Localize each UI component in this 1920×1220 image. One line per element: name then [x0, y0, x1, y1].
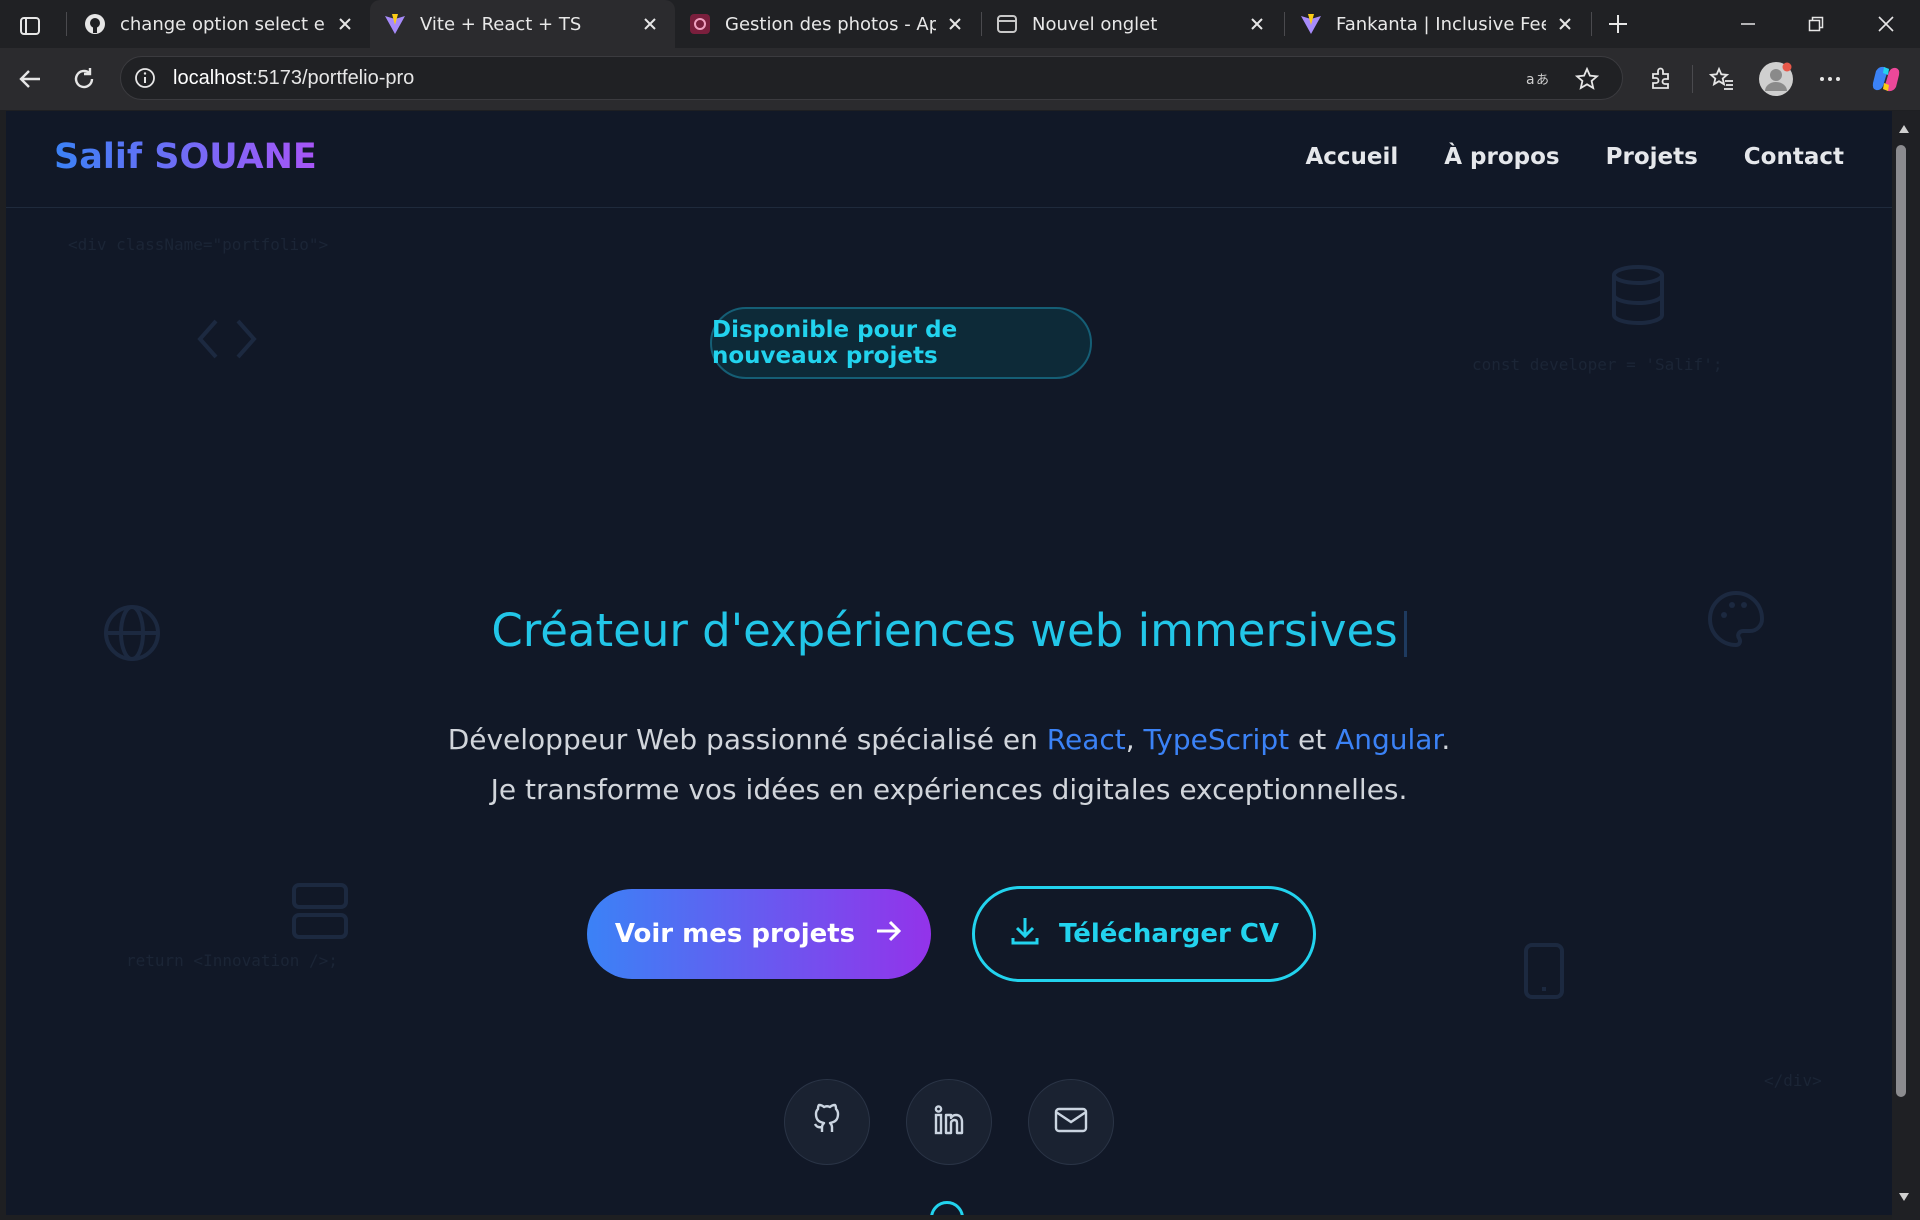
tab-fankanta[interactable]: Fankanta | Inclusive Feedba: [1286, 0, 1590, 48]
view-projects-button[interactable]: Voir mes projets: [587, 889, 931, 979]
tab-separator: [66, 12, 67, 36]
download-icon: [1009, 915, 1041, 954]
site-nav: Accueil À propos Projets Contact: [1305, 144, 1844, 170]
tab-github[interactable]: change option select en rad: [70, 0, 370, 48]
browser-toolbar: localhost:5173/portfelio-pro aあ: [0, 48, 1920, 110]
subtitle-text: et: [1289, 723, 1336, 756]
email-link[interactable]: [1028, 1079, 1114, 1165]
address-bar[interactable]: localhost:5173/portfelio-pro aあ: [120, 56, 1623, 100]
tab-vite-react[interactable]: Vite + React + TS: [370, 0, 675, 48]
tech-typescript: TypeScript: [1143, 723, 1290, 756]
tab-title: Fankanta | Inclusive Feedba: [1336, 13, 1546, 35]
window-close-icon[interactable]: [1856, 0, 1916, 48]
bg-code-snippet: const developer = 'Salif';: [1472, 355, 1723, 374]
vite-icon: [384, 13, 406, 35]
view-projects-label: Voir mes projets: [614, 919, 856, 949]
translate-icon[interactable]: aあ: [1525, 65, 1553, 93]
new-tab-page-icon: [996, 13, 1018, 35]
linkedin-icon: [932, 1103, 966, 1141]
svg-text:あ: あ: [1536, 73, 1549, 88]
nav-link-projets[interactable]: Projets: [1606, 144, 1698, 170]
new-tab-plus-icon[interactable]: [1600, 8, 1636, 40]
github-icon: [810, 1103, 844, 1141]
close-icon[interactable]: [639, 13, 661, 35]
more-menu-icon[interactable]: [1810, 59, 1850, 99]
close-icon[interactable]: [334, 13, 356, 35]
tab-new-tab[interactable]: Nouvel onglet: [982, 0, 1282, 48]
scrollbar-thumb[interactable]: [1896, 145, 1906, 1097]
site-header: Salif SOUANE Accueil À propos Projets Co…: [6, 111, 1892, 208]
site-info-icon[interactable]: [133, 66, 157, 90]
smartphone-icon: [1522, 941, 1566, 1005]
tab-title: change option select en rad: [120, 13, 326, 35]
typing-caret: [1403, 611, 1407, 657]
linkedin-link[interactable]: [906, 1079, 992, 1165]
nav-link-a-propos[interactable]: À propos: [1444, 144, 1559, 170]
subtitle-text: Développeur Web passionné spécialisé en: [447, 723, 1047, 756]
hero-headline-text: Créateur d'expériences web immersives: [491, 604, 1398, 657]
close-icon[interactable]: [1554, 13, 1576, 35]
refresh-icon[interactable]: [64, 59, 104, 99]
tab-title: Gestion des photos - Appli: [725, 13, 936, 35]
mail-icon: [1053, 1105, 1089, 1139]
tab-separator: [1591, 12, 1592, 36]
browser-tab-strip: change option select en rad Vite + React…: [0, 0, 1920, 51]
scroll-down-arrow-icon[interactable]: [1893, 1186, 1915, 1208]
subtitle-text: .: [1441, 723, 1451, 756]
favorite-star-icon[interactable]: [1573, 65, 1601, 93]
download-cv-label: Télécharger CV: [1058, 919, 1280, 949]
tech-react: React: [1046, 723, 1126, 756]
close-icon[interactable]: [1246, 13, 1268, 35]
availability-badge: Disponible pour de nouveaux projets: [710, 307, 1092, 379]
database-icon: [1610, 265, 1666, 329]
server-icon: [290, 881, 350, 945]
site-brand-logo[interactable]: Salif SOUANE: [54, 137, 317, 177]
tab-title: Nouvel onglet: [1032, 13, 1158, 35]
back-arrow-icon[interactable]: [10, 59, 50, 99]
address-text: localhost:5173/portfelio-pro: [173, 67, 414, 90]
profile-avatar[interactable]: [1756, 59, 1796, 99]
hero-headline: Créateur d'expériences web immersives: [6, 604, 1892, 657]
favorites-list-icon[interactable]: [1702, 59, 1742, 99]
address-host: localhost: [173, 66, 252, 89]
restore-icon[interactable]: [1786, 0, 1846, 48]
tab-photos[interactable]: Gestion des photos - Appli: [675, 0, 980, 48]
scroll-down-indicator[interactable]: [930, 1201, 964, 1215]
bg-code-snippet: </div>: [1764, 1071, 1822, 1090]
extensions-puzzle-icon[interactable]: [1641, 59, 1681, 99]
scroll-up-arrow-icon[interactable]: [1893, 118, 1915, 140]
page-viewport: Salif SOUANE Accueil À propos Projets Co…: [6, 111, 1892, 1215]
address-path: :5173/portfelio-pro: [251, 66, 415, 89]
tab-title: Vite + React + TS: [420, 13, 582, 35]
arrow-right-icon: [875, 919, 903, 950]
download-cv-button[interactable]: Télécharger CV: [972, 886, 1316, 982]
minimize-icon[interactable]: [1718, 0, 1778, 48]
photos-app-icon: [689, 13, 711, 35]
tab-separator: [1284, 12, 1285, 36]
vite-icon: [1300, 13, 1322, 35]
close-icon[interactable]: [944, 13, 966, 35]
github-link[interactable]: [784, 1079, 870, 1165]
tech-angular: Angular: [1335, 723, 1442, 756]
svg-text:a: a: [1526, 72, 1535, 88]
bg-code-snippet: return <Innovation />;: [126, 951, 338, 970]
hero-subtitle: Développeur Web passionné spécialisé en …: [6, 715, 1892, 815]
nav-link-contact[interactable]: Contact: [1744, 144, 1844, 170]
tab-actions-menu-icon[interactable]: [12, 10, 48, 42]
hero-subtitle-line-2: Je transforme vos idées en expériences d…: [490, 773, 1408, 806]
code-brackets-icon: [196, 315, 258, 367]
toolbar-separator: [1692, 65, 1693, 93]
hero-subtitle-line-1: Développeur Web passionné spécialisé en …: [6, 715, 1892, 765]
copilot-icon[interactable]: [1866, 59, 1906, 99]
github-icon: [84, 13, 106, 35]
subtitle-text: ,: [1125, 723, 1144, 756]
bg-code-snippet: <div className="portfolio">: [68, 235, 329, 254]
nav-link-accueil[interactable]: Accueil: [1305, 144, 1398, 170]
